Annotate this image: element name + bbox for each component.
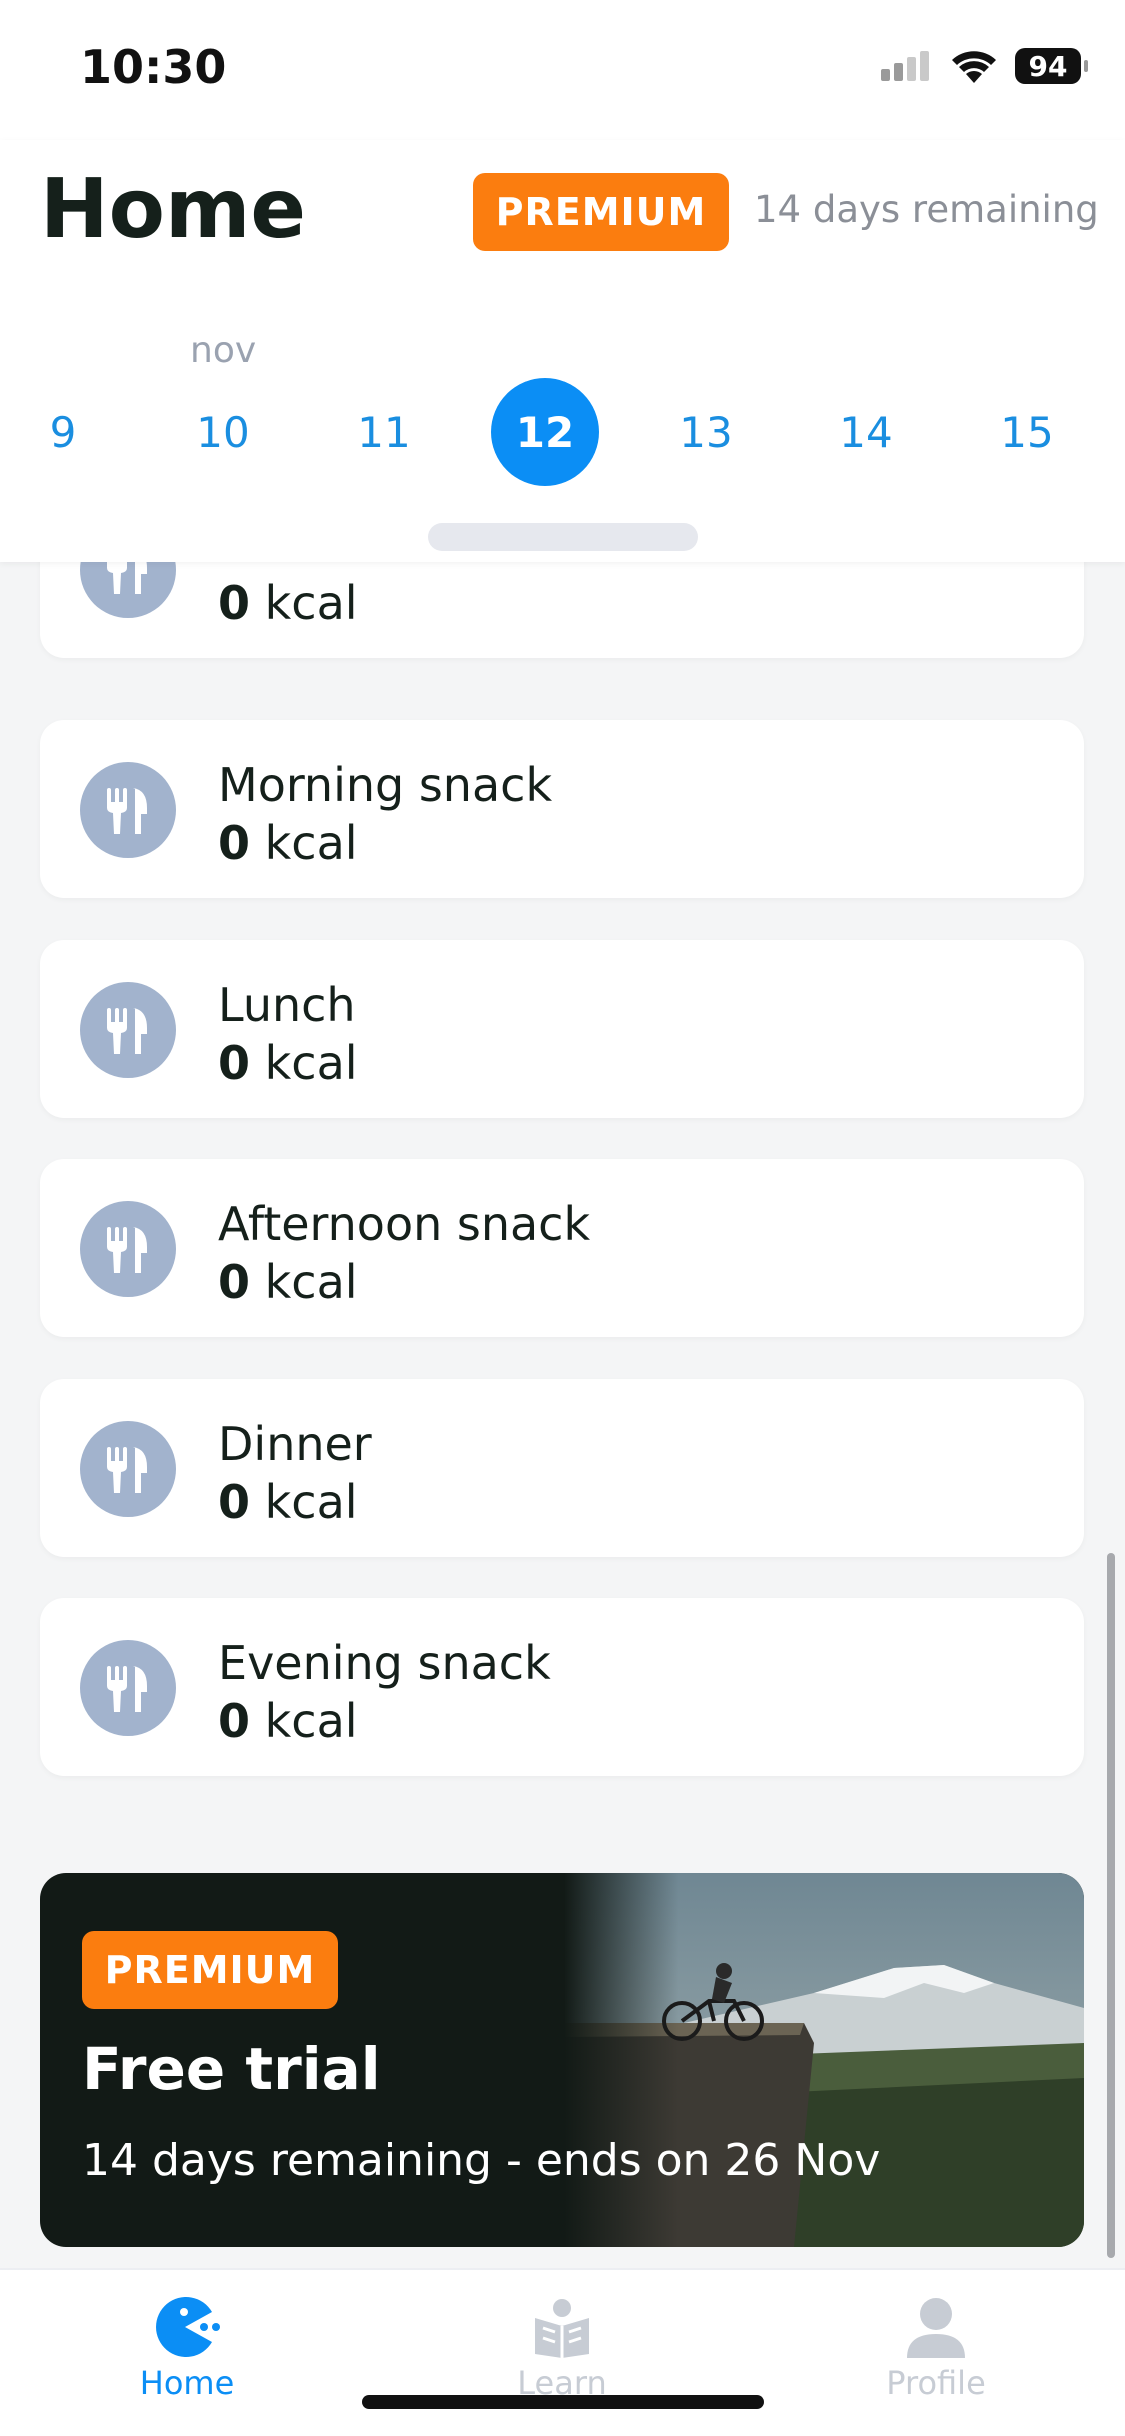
meal-card-afternoon-snack[interactable]: Afternoon snack 0 kcal <box>40 1159 1084 1337</box>
status-bar: 10:30 94 <box>0 0 1125 140</box>
tab-label: Home <box>139 2364 235 2402</box>
tab-bar: Home Learn Profile <box>0 2268 1125 2436</box>
free-trial-banner[interactable]: PREMIUM Free trial 14 days remaining - e… <box>40 1873 1084 2247</box>
promo-title: Free trial <box>82 2035 381 2103</box>
kcal-unit: kcal <box>264 576 358 630</box>
mountain-cyclist-image <box>564 1873 1084 2247</box>
kcal-value: 0 <box>218 1475 251 1529</box>
date-item[interactable]: 14 <box>812 378 920 486</box>
kcal-value: 0 <box>218 576 251 630</box>
meal-name: Dinner <box>218 1417 372 1471</box>
meal-card-dinner[interactable]: Dinner 0 kcal <box>40 1379 1084 1557</box>
kcal-value: 0 <box>218 1036 251 1090</box>
tab-profile[interactable]: Profile <box>836 2296 1036 2406</box>
meal-kcal: 0 kcal <box>218 1036 358 1090</box>
meal-card[interactable]: 0 kcal <box>40 562 1084 658</box>
date-item-selected[interactable]: 12 <box>491 378 599 486</box>
date-item[interactable]: 15 <box>973 378 1081 486</box>
date-item[interactable]: 13 <box>652 378 760 486</box>
date-item[interactable]: 11 <box>330 378 438 486</box>
meal-kcal: 0 kcal <box>218 816 358 870</box>
date-strip[interactable]: 9 10 11 12 13 14 15 <box>0 378 1125 488</box>
wifi-icon <box>952 51 996 83</box>
meal-name: Lunch <box>218 978 356 1032</box>
pacman-icon <box>156 2297 220 2357</box>
meal-kcal: 0 kcal <box>218 576 358 630</box>
meal-kcal: 0 kcal <box>218 1475 358 1529</box>
signal-icon <box>881 51 929 81</box>
meal-name: Morning snack <box>218 758 553 812</box>
page-title: Home <box>40 162 307 257</box>
home-indicator[interactable] <box>362 2395 764 2409</box>
date-item[interactable]: 9 <box>9 378 117 486</box>
kcal-unit: kcal <box>264 816 358 870</box>
kcal-unit: kcal <box>264 1036 358 1090</box>
meal-kcal: 0 kcal <box>218 1694 358 1748</box>
month-label: nov <box>190 330 257 371</box>
meal-kcal: 0 kcal <box>218 1255 358 1309</box>
person-icon <box>907 2298 965 2358</box>
trial-days-remaining: 14 days remaining <box>754 188 1099 231</box>
meal-card-lunch[interactable]: Lunch 0 kcal <box>40 940 1084 1118</box>
tab-label: Profile <box>886 2364 986 2402</box>
meal-name: Afternoon snack <box>218 1197 591 1251</box>
kcal-unit: kcal <box>264 1255 358 1309</box>
premium-badge[interactable]: PREMIUM <box>473 173 729 251</box>
status-time: 10:30 <box>80 40 227 94</box>
cutlery-icon <box>80 1640 176 1736</box>
kcal-unit: kcal <box>264 1694 358 1748</box>
book-icon <box>535 2299 589 2358</box>
kcal-value: 0 <box>218 1255 251 1309</box>
cutlery-icon <box>80 982 176 1078</box>
cutlery-icon <box>80 1421 176 1517</box>
date-item[interactable]: 10 <box>169 378 277 486</box>
promo-subtitle: 14 days remaining - ends on 26 Nov <box>82 2135 881 2186</box>
kcal-unit: kcal <box>264 1475 358 1529</box>
cutlery-icon <box>80 1201 176 1297</box>
kcal-value: 0 <box>218 816 251 870</box>
drag-handle[interactable] <box>428 523 698 551</box>
scrollbar[interactable] <box>1107 1553 1115 2258</box>
meal-card-evening-snack[interactable]: Evening snack 0 kcal <box>40 1598 1084 1776</box>
cutlery-icon <box>80 562 176 618</box>
tab-learn[interactable]: Learn <box>462 2296 662 2406</box>
battery-level: 94 <box>1028 49 1068 83</box>
battery-indicator: 94 <box>1015 48 1088 84</box>
meal-name: Evening snack <box>218 1636 551 1690</box>
cutlery-icon <box>80 762 176 858</box>
status-icons: 94 <box>881 48 1088 84</box>
premium-badge: PREMIUM <box>82 1931 338 2009</box>
meal-card-morning-snack[interactable]: Morning snack 0 kcal <box>40 720 1084 898</box>
kcal-value: 0 <box>218 1694 251 1748</box>
tab-home[interactable]: Home <box>87 2296 287 2406</box>
header: Home PREMIUM 14 days remaining nov 9 10 … <box>0 140 1125 562</box>
